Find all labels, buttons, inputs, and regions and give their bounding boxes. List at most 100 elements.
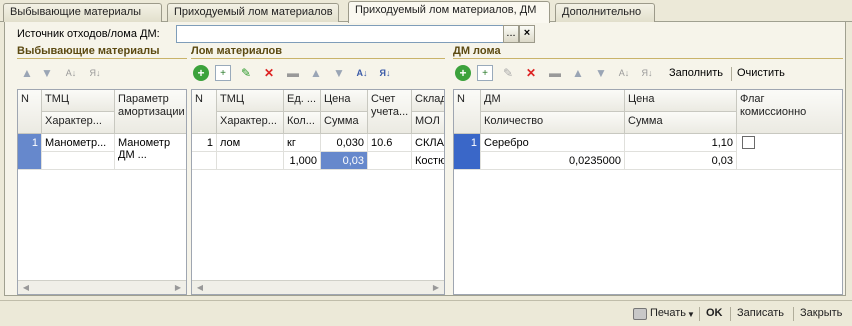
scrap-materials-table[interactable]: N ТМЦ Характер... Ед. ... Кол... Цена Су… [191,89,445,295]
table-cell-mol[interactable]: Костю... [412,152,444,170]
move-down-icon[interactable]: ▼ [39,65,55,81]
table-cell-tmc[interactable]: лом [217,134,284,152]
table-cell-commission-flag[interactable] [737,134,842,170]
table-cell-parameter[interactable]: Манометр ДМ ... [115,134,186,170]
move-up-icon[interactable]: ▲ [570,65,586,81]
copy-icon[interactable]: + [477,65,493,81]
table-cell-characteristic[interactable] [217,152,284,170]
header-line: Флаг [740,93,765,105]
table-row-n[interactable]: 1 [18,134,42,170]
table-cell-price[interactable]: 1,10 [625,134,737,152]
col-header-n[interactable]: N [454,90,481,134]
clear-button[interactable]: Очистить [737,67,785,79]
fill-button[interactable]: Заполнить [669,67,723,79]
commission-checkbox[interactable] [742,136,755,149]
col-header-characteristic[interactable]: Характер... [42,112,115,134]
col-header-sum[interactable]: Сумма [321,112,368,134]
sort-asc-icon[interactable]: A↓ [354,65,370,81]
add-icon[interactable]: + [193,65,209,81]
sort-asc-icon[interactable]: A↓ [616,65,632,81]
sort-desc-icon[interactable]: Я↓ [87,65,103,81]
table-cell-empty[interactable] [368,152,412,170]
sort-desc-icon[interactable]: Я↓ [639,65,655,81]
col-header-n[interactable]: N [18,90,42,134]
delete-icon[interactable]: ✕ [261,65,277,81]
col-header-quantity[interactable]: Количество [481,112,625,134]
select-button[interactable]: ... [503,25,519,43]
middle-section-title: Лом материалов [191,45,283,57]
source-input[interactable] [176,25,504,43]
col-header-characteristic[interactable]: Характер... [217,112,284,134]
dm-scrap-table[interactable]: N ДМ Количество Цена Сумма Флаг комиссио… [453,89,843,295]
scroll-right-icon[interactable]: ▶ [172,282,184,294]
horizontal-scrollbar[interactable]: ◀ ▶ [18,280,186,294]
table-cell-characteristic[interactable] [42,152,115,170]
save-row-icon[interactable]: ▬ [547,65,563,81]
tab-outgoing-materials[interactable]: Выбывающие материалы [3,3,162,22]
col-header-price[interactable]: Цена [625,90,737,112]
tab-additional[interactable]: Дополнительно [555,3,655,22]
table-cell-sum[interactable]: 0,03 [321,152,368,170]
ok-button[interactable]: OK [706,307,723,319]
printer-icon[interactable] [633,308,647,320]
table-cell-quantity[interactable]: 0,0235000 [481,152,625,170]
table-cell-tmc[interactable]: Манометр... [42,134,115,152]
close-button[interactable]: Закрыть [800,307,842,319]
table-cell-price[interactable]: 0,030 [321,134,368,152]
save-button[interactable]: Записать [737,307,784,319]
print-button[interactable]: Печать [650,307,686,319]
scroll-right-icon[interactable]: ▶ [430,282,442,294]
right-section-line [453,58,843,59]
horizontal-scrollbar[interactable]: ◀ ▶ [192,280,444,294]
header-line: Счет [371,93,396,105]
right-section-title: ДМ лома [453,45,501,57]
col-header-tmc[interactable]: ТМЦ [217,90,284,112]
copy-icon[interactable]: + [215,65,231,81]
table-row-n[interactable]: 1 [192,134,217,152]
delete-icon[interactable]: ✕ [523,65,539,81]
right-toolbar: + + ✎ ✕ ▬ ▲ ▼ A↓ Я↓ Заполнить Очистить [453,63,843,85]
col-header-tmc[interactable]: ТМЦ [42,90,115,112]
table-cell-unit[interactable]: кг [284,134,321,152]
col-header-n[interactable]: N [192,90,217,134]
separator [699,307,700,321]
col-header-quantity[interactable]: Кол... [284,112,321,134]
separator [730,307,731,321]
clear-field-button[interactable]: × [519,25,535,43]
edit-icon[interactable]: ✎ [238,65,254,81]
table-row-n[interactable]: 1 [454,134,481,170]
cell-line: Манометр [118,137,171,149]
tab-bar: Выбывающие материалы Приходуемый лом мат… [0,0,852,23]
col-header-sum[interactable]: Сумма [625,112,737,134]
move-up-icon[interactable]: ▲ [308,65,324,81]
col-header-parameter[interactable]: Параметр амортизации [115,90,186,134]
col-header-warehouse[interactable]: Склад [412,90,444,112]
col-header-mol[interactable]: МОЛ [412,112,444,134]
move-down-icon[interactable]: ▼ [593,65,609,81]
table-cell-empty[interactable] [192,152,217,170]
move-down-icon[interactable]: ▼ [331,65,347,81]
col-header-price[interactable]: Цена [321,90,368,112]
sort-desc-icon[interactable]: Я↓ [377,65,393,81]
table-cell-sum[interactable]: 0,03 [625,152,737,170]
save-row-icon[interactable]: ▬ [285,65,301,81]
col-header-commission-flag[interactable]: Флаг комиссионно [737,90,842,134]
outgoing-materials-table[interactable]: N ТМЦ Характер... Параметр амортизации 1… [17,89,187,295]
table-cell-quantity[interactable]: 1,000 [284,152,321,170]
col-header-unit[interactable]: Ед. ... [284,90,321,112]
chevron-down-icon[interactable]: ▼ [687,310,695,319]
col-header-dm[interactable]: ДМ [481,90,625,112]
add-icon[interactable]: + [455,65,471,81]
table-cell-account[interactable]: 10.6 [368,134,412,152]
tab-incoming-scrap[interactable]: Приходуемый лом материалов [167,3,339,22]
sort-asc-icon[interactable]: A↓ [63,65,79,81]
col-header-account[interactable]: Счет учета... [368,90,412,134]
table-cell-dm[interactable]: Серебро [481,134,625,152]
move-up-icon[interactable]: ▲ [19,65,35,81]
left-section-line [17,58,187,59]
tab-incoming-scrap-dm[interactable]: Приходуемый лом материалов, ДМ [348,1,550,23]
table-cell-warehouse[interactable]: СКЛАД [412,134,444,152]
edit-icon[interactable]: ✎ [500,65,516,81]
scroll-left-icon[interactable]: ◀ [194,282,206,294]
scroll-left-icon[interactable]: ◀ [20,282,32,294]
